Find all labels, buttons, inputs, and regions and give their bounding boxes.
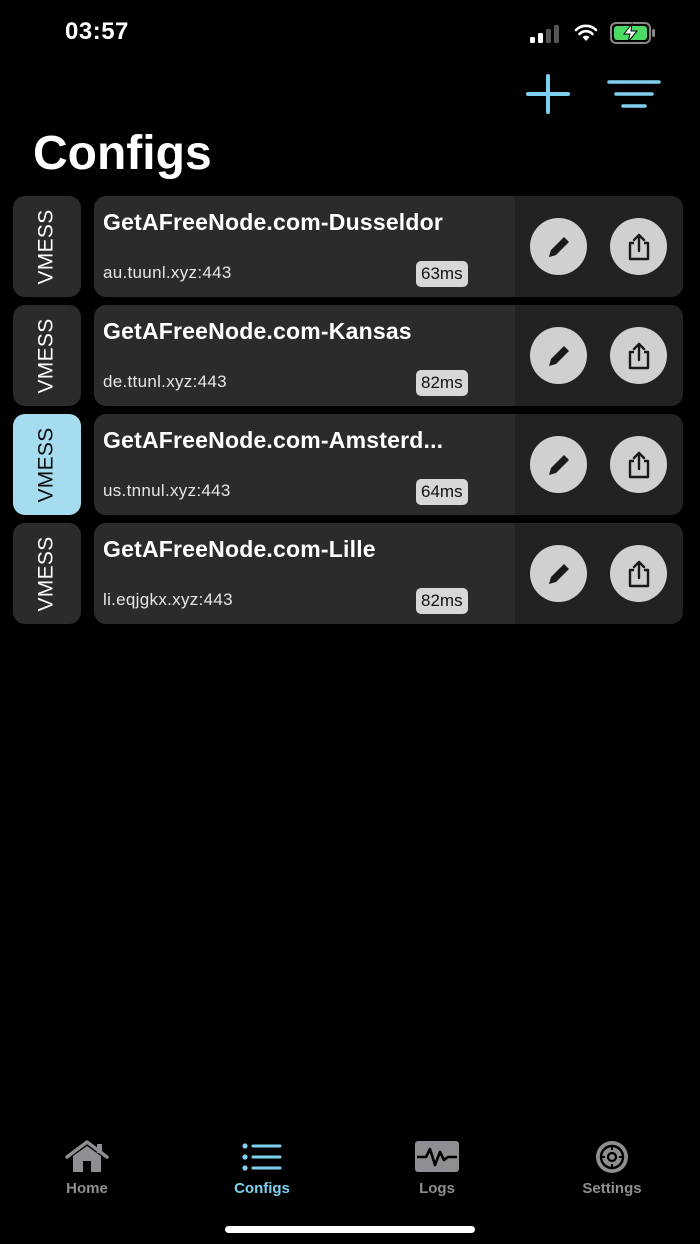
tab-logs[interactable]: Logs	[377, 1130, 497, 1200]
card-actions	[515, 196, 683, 297]
list-icon	[242, 1143, 282, 1171]
pencil-icon	[548, 236, 569, 257]
share-button[interactable]	[610, 327, 667, 384]
config-name: GetAFreeNode.com-Dusseldor	[103, 209, 444, 235]
config-card[interactable]: GetAFreeNode.com-Lille li.eqjgkx.xyz:443…	[94, 523, 683, 624]
battery-charging-icon	[610, 22, 655, 44]
plus-icon	[526, 74, 570, 114]
share-icon	[628, 233, 649, 260]
home-indicator[interactable]	[225, 1226, 475, 1233]
config-name: GetAFreeNode.com-Lille	[103, 536, 376, 562]
config-card[interactable]: GetAFreeNode.com-Dusseldor au.tuunl.xyz:…	[94, 196, 683, 297]
protocol-tag[interactable]: VMESS	[13, 305, 81, 406]
protocol-label: VMESS	[35, 208, 58, 285]
add-config-button[interactable]	[524, 72, 572, 116]
latency-badge: 82ms	[416, 370, 468, 396]
config-row: VMESS GetAFreeNode.com-Lille li.eqjgkx.x…	[0, 523, 700, 625]
wifi-icon	[574, 24, 598, 41]
card-actions	[515, 523, 683, 624]
share-button[interactable]	[610, 436, 667, 493]
config-row: VMESS GetAFreeNode.com-Dusseldor au.tuun…	[0, 196, 700, 298]
config-row: VMESS GetAFreeNode.com-Amsterd... us.tnn…	[0, 414, 700, 516]
tab-configs-label: Configs	[234, 1180, 290, 1197]
config-name: GetAFreeNode.com-Amsterd...	[103, 427, 444, 453]
protocol-label: VMESS	[35, 317, 58, 394]
protocol-label: VMESS	[35, 426, 58, 503]
gear-icon	[596, 1141, 628, 1173]
tab-home-label: Home	[66, 1180, 108, 1197]
config-address: au.tuunl.xyz:443	[103, 263, 232, 282]
edit-button[interactable]	[530, 436, 587, 493]
share-icon	[628, 560, 649, 587]
waveform-icon	[415, 1141, 459, 1172]
edit-button[interactable]	[530, 327, 587, 384]
config-card[interactable]: GetAFreeNode.com-Amsterd... us.tnnul.xyz…	[94, 414, 683, 515]
card-actions	[515, 414, 683, 515]
tab-logs-label: Logs	[419, 1180, 455, 1197]
pencil-icon	[548, 345, 569, 366]
protocol-tag-selected[interactable]: VMESS	[13, 414, 81, 515]
config-name: GetAFreeNode.com-Kansas	[103, 318, 412, 344]
card-actions	[515, 305, 683, 406]
tab-configs[interactable]: Configs	[202, 1130, 322, 1200]
tab-settings-label: Settings	[582, 1180, 642, 1197]
filter-button[interactable]	[606, 74, 662, 114]
protocol-tag[interactable]: VMESS	[13, 523, 81, 624]
share-icon	[628, 342, 649, 369]
config-address: li.eqjgkx.xyz:443	[103, 590, 233, 609]
protocol-tag[interactable]: VMESS	[13, 196, 81, 297]
pencil-icon	[548, 563, 569, 584]
latency-badge: 64ms	[416, 479, 468, 505]
edit-button[interactable]	[530, 545, 587, 602]
pencil-icon	[548, 454, 569, 475]
config-address: de.ttunl.xyz:443	[103, 372, 227, 391]
protocol-label: VMESS	[35, 535, 58, 612]
config-row: VMESS GetAFreeNode.com-Kansas de.ttunl.x…	[0, 305, 700, 407]
share-button[interactable]	[610, 545, 667, 602]
latency-badge: 63ms	[416, 261, 468, 287]
house-icon	[65, 1140, 109, 1172]
signal-icon	[530, 25, 559, 43]
status-time: 03:57	[65, 18, 129, 45]
latency-badge: 82ms	[416, 588, 468, 614]
share-icon	[628, 451, 649, 478]
share-button[interactable]	[610, 218, 667, 275]
tab-home[interactable]: Home	[27, 1130, 147, 1200]
config-address: us.tnnul.xyz:443	[103, 481, 231, 500]
filter-lines-icon	[607, 80, 661, 108]
tab-settings[interactable]: Settings	[552, 1130, 672, 1200]
tab-bar: Home Configs Logs Settings	[0, 1130, 700, 1210]
edit-button[interactable]	[530, 218, 587, 275]
page-title: Configs	[33, 127, 212, 180]
status-bar: 03:57	[0, 0, 700, 66]
config-card[interactable]: GetAFreeNode.com-Kansas de.ttunl.xyz:443…	[94, 305, 683, 406]
